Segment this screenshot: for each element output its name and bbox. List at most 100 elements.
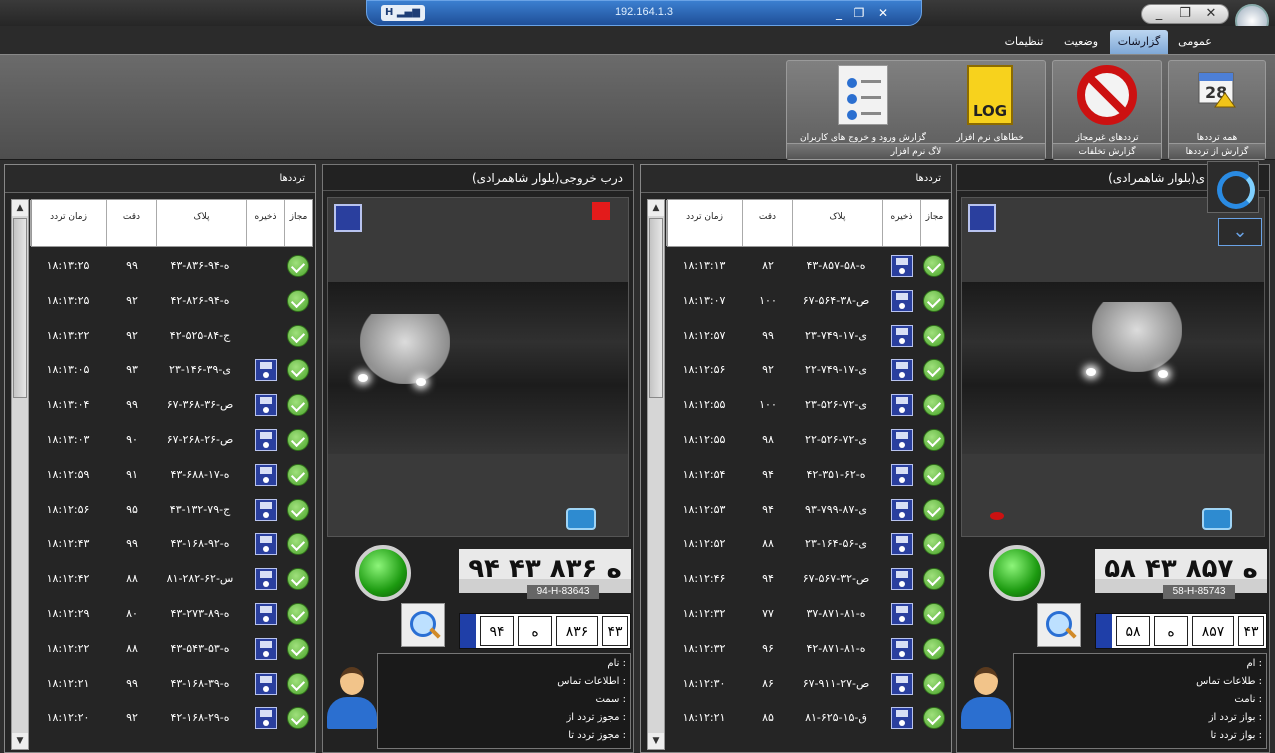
left-scroll-up-button[interactable]: ▲ bbox=[12, 200, 28, 216]
col-accuracy[interactable]: دقت bbox=[106, 200, 156, 246]
right-zoom-icon[interactable] bbox=[1037, 603, 1081, 647]
restore-button[interactable]: ❐ bbox=[1174, 5, 1196, 23]
col-plate[interactable]: پلاک bbox=[792, 200, 882, 246]
table-row[interactable]: ۲۳-۷۴۹-ی-۱۷ ۹۹ ۱۸:۱۲:۵۷ bbox=[641, 319, 951, 354]
pill-restore-button[interactable]: ❐ bbox=[851, 5, 867, 21]
software-errors-button[interactable]: LOG خطاهای نرم افزار bbox=[937, 63, 1043, 143]
saved-disk-icon[interactable] bbox=[255, 603, 277, 625]
time-cell: ۱۸:۱۲:۳۲ bbox=[682, 607, 726, 620]
saved-disk-icon[interactable] bbox=[255, 359, 277, 382]
col-save[interactable]: ذخیره bbox=[882, 200, 920, 246]
right-camera-view[interactable] bbox=[961, 197, 1265, 537]
right-plate-box: ۵۸ ه ۸۵۷ ۴۳ bbox=[1095, 613, 1267, 649]
col-time[interactable]: زمان تردد bbox=[30, 200, 106, 246]
tab-settings[interactable]: تنظیمات bbox=[996, 30, 1052, 54]
col-save[interactable]: ذخیره bbox=[246, 200, 284, 246]
right-camera-save-icon[interactable] bbox=[968, 204, 996, 232]
table-row[interactable]: ۳۷-۸۷۱-ه-۸۱ ۷۷ ۱۸:۱۲:۳۲ bbox=[641, 597, 951, 632]
right-scroll-up-button[interactable]: ▲ bbox=[648, 200, 664, 216]
info-contact: اطلاعات تماس : bbox=[557, 676, 626, 687]
left-camera-view[interactable] bbox=[327, 197, 629, 537]
pill-minimize-button[interactable]: _ bbox=[831, 5, 847, 21]
right-camera-panel: ی(بلوار شاهمرادی) ۵۸ ه ۸۵۷ ۴۳ 58-H-85743… bbox=[956, 164, 1270, 753]
table-row[interactable]: ۲۳-۵۲۶-ی-۷۲ ۱۰۰ ۱۸:۱۲:۵۵ bbox=[641, 388, 951, 423]
saved-disk-icon[interactable] bbox=[255, 637, 277, 660]
left-camera-save-icon[interactable] bbox=[334, 204, 362, 232]
saved-disk-icon[interactable] bbox=[891, 568, 913, 591]
tab-reports[interactable]: گزارشات bbox=[1110, 30, 1168, 54]
chevron-down-icon[interactable]: ⌄ bbox=[1218, 218, 1262, 246]
saved-disk-icon[interactable] bbox=[891, 463, 913, 486]
saved-disk-icon[interactable] bbox=[255, 394, 277, 417]
left-camera-frame bbox=[328, 282, 628, 454]
table-row[interactable]: ۶۷-۹۱۱-ص-۲۷ ۸۶ ۱۸:۱۲:۳۰ bbox=[641, 667, 951, 702]
table-row[interactable]: ۴۳-۸۳۶-ه-۹۴ ۹۹ ۱۸:۱۳:۲۵ bbox=[5, 249, 315, 284]
tab-status[interactable]: وضعیت bbox=[1056, 30, 1106, 54]
saved-disk-icon[interactable] bbox=[891, 359, 913, 382]
table-row[interactable]: ۴۳-۸۵۷-ه-۵۸ ۸۲ ۱۸:۱۳:۱۳ bbox=[641, 249, 951, 284]
table-row[interactable]: ۴۳-۱۶۸-ه-۳۹ ۹۹ ۱۸:۱۲:۲۱ bbox=[5, 667, 315, 702]
table-row[interactable]: ۶۷-۵۶۷-ص-۳۲ ۹۴ ۱۸:۱۲:۴۶ bbox=[641, 562, 951, 597]
info-permit-from: بواز تردد از : bbox=[1208, 712, 1262, 723]
saved-disk-icon[interactable] bbox=[891, 637, 913, 660]
table-row[interactable]: ۴۳-۶۸۸-ه-۱۷ ۹۱ ۱۸:۱۲:۵۹ bbox=[5, 458, 315, 493]
pill-close-button[interactable]: ✕ bbox=[875, 5, 891, 21]
minimize-button[interactable]: _ bbox=[1148, 5, 1170, 23]
table-row[interactable]: ۸۱-۶۲۵-ق-۱۵ ۸۵ ۱۸:۱۲:۲۱ bbox=[641, 701, 951, 736]
saved-disk-icon[interactable] bbox=[891, 672, 913, 695]
col-allowed[interactable]: مجاز bbox=[920, 200, 948, 246]
refresh-icon[interactable] bbox=[1207, 161, 1259, 213]
table-row[interactable]: ۴۲-۸۲۶-ه-۹۴ ۹۲ ۱۸:۱۳:۲۵ bbox=[5, 284, 315, 319]
table-row[interactable]: ۶۷-۲۶۸-ص-۲۶ ۹۰ ۱۸:۱۳:۰۳ bbox=[5, 423, 315, 458]
table-row[interactable]: ۸۱-۲۸۲-س-۶۲ ۸۸ ۱۸:۱۲:۴۲ bbox=[5, 562, 315, 597]
table-row[interactable]: ۴۳-۱۶۸-ه-۹۲ ۹۹ ۱۸:۱۲:۴۳ bbox=[5, 527, 315, 562]
saved-disk-icon[interactable] bbox=[891, 498, 913, 521]
table-row[interactable]: ۲۳-۱۶۴-ی-۵۶ ۸۸ ۱۸:۱۲:۵۲ bbox=[641, 527, 951, 562]
saved-disk-icon[interactable] bbox=[255, 672, 277, 695]
table-row[interactable]: ۴۳-۲۷۳-ه-۸۹ ۸۰ ۱۸:۱۲:۲۹ bbox=[5, 597, 315, 632]
saved-disk-icon[interactable] bbox=[891, 533, 913, 556]
table-row[interactable]: ۲۲-۵۲۶-ی-۷۲ ۹۸ ۱۸:۱۲:۵۵ bbox=[641, 423, 951, 458]
unauthorized-traffic-button[interactable]: ترددهای غیرمجاز bbox=[1057, 63, 1157, 143]
saved-disk-icon[interactable] bbox=[891, 255, 913, 277]
table-row[interactable]: ۴۲-۸۷۱-ه-۸۱ ۹۶ ۱۸:۱۲:۳۲ bbox=[641, 632, 951, 667]
col-time[interactable]: زمان تردد bbox=[666, 200, 742, 246]
all-traffic-button[interactable]: 28 همه ترددها bbox=[1171, 63, 1263, 143]
left-zoom-icon[interactable] bbox=[401, 603, 445, 647]
left-snapshot-icon[interactable] bbox=[566, 508, 596, 530]
saved-disk-icon[interactable] bbox=[891, 603, 913, 625]
saved-disk-icon[interactable] bbox=[891, 707, 913, 730]
saved-disk-icon[interactable] bbox=[891, 429, 913, 451]
saved-disk-icon[interactable] bbox=[891, 289, 913, 312]
table-row[interactable]: ۴۳-۱۳۲-ج-۷۹ ۹۵ ۱۸:۱۲:۵۶ bbox=[5, 493, 315, 528]
table-row[interactable]: ۲۲-۷۴۹-ی-۱۷ ۹۲ ۱۸:۱۲:۵۶ bbox=[641, 353, 951, 388]
table-row[interactable]: ۴۲-۵۲۵-ج-۸۴ ۹۲ ۱۸:۱۳:۲۲ bbox=[5, 319, 315, 354]
right-snapshot-icon[interactable] bbox=[1202, 508, 1232, 530]
table-row[interactable]: ۶۷-۳۶۸-ص-۳۶ ۹۹ ۱۸:۱۳:۰۴ bbox=[5, 388, 315, 423]
accuracy-cell: ۹۲ bbox=[762, 363, 774, 377]
right-red-marker bbox=[990, 512, 1004, 520]
saved-disk-icon[interactable] bbox=[891, 324, 913, 347]
group-software-log: LOG خطاهای نرم افزار گزارش ورود و خروج ه… bbox=[786, 60, 1046, 160]
left-camera-title: درب خروجی(بلوار شاهمرادی) bbox=[472, 171, 623, 185]
saved-disk-icon[interactable] bbox=[255, 568, 277, 591]
table-row[interactable]: ۴۲-۳۵۱-ه-۶۲ ۹۴ ۱۸:۱۲:۵۴ bbox=[641, 458, 951, 493]
close-button[interactable]: ✕ bbox=[1200, 5, 1222, 23]
table-row[interactable]: ۶۷-۵۶۴-ص-۳۸ ۱۰۰ ۱۸:۱۳:۰۷ bbox=[641, 284, 951, 319]
saved-disk-icon[interactable] bbox=[255, 707, 277, 730]
col-accuracy[interactable]: دقت bbox=[742, 200, 792, 246]
saved-disk-icon[interactable] bbox=[255, 533, 277, 556]
table-row[interactable]: ۹۳-۷۹۹-ی-۸۷ ۹۴ ۱۸:۱۲:۵۳ bbox=[641, 493, 951, 528]
table-row[interactable]: ۴۳-۵۴۳-ه-۵۳ ۸۸ ۱۸:۱۲:۲۲ bbox=[5, 632, 315, 667]
col-plate[interactable]: پلاک bbox=[156, 200, 246, 246]
saved-disk-icon[interactable] bbox=[891, 394, 913, 417]
table-row[interactable]: ۴۲-۱۶۸-ه-۲۹ ۹۲ ۱۸:۱۲:۲۰ bbox=[5, 701, 315, 736]
table-row[interactable]: ۲۳-۱۴۶-ی-۳۹ ۹۳ ۱۸:۱۳:۰۵ bbox=[5, 353, 315, 388]
saved-disk-icon[interactable] bbox=[255, 463, 277, 486]
col-allowed[interactable]: مجاز bbox=[284, 200, 312, 246]
left-plate-cell: ۸۳۶ bbox=[556, 616, 598, 646]
tab-general[interactable]: عمومی bbox=[1172, 30, 1218, 54]
saved-disk-icon[interactable] bbox=[255, 429, 277, 451]
saved-disk-icon[interactable] bbox=[255, 498, 277, 521]
user-login-report-button[interactable]: گزارش ورود و خروج های کاربران bbox=[791, 63, 935, 143]
